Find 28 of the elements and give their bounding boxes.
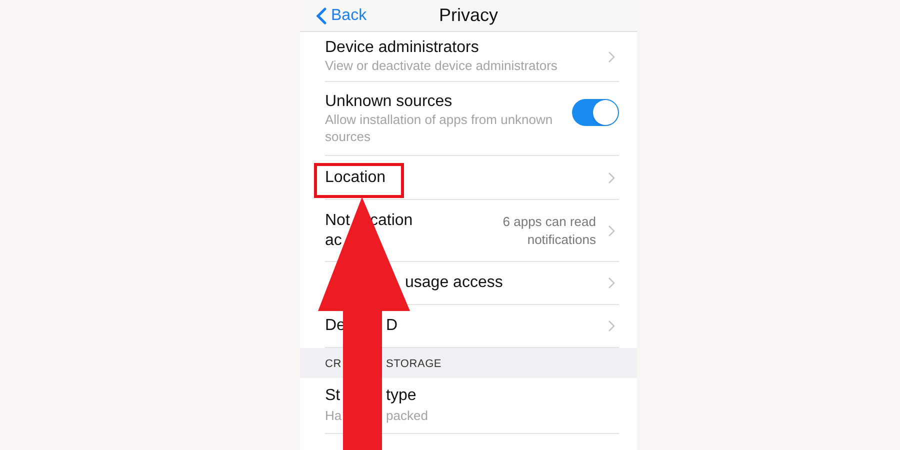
row-title: D xyxy=(386,316,398,336)
chevron-left-icon xyxy=(316,7,327,25)
chevron-right-icon xyxy=(608,320,615,332)
toggle-switch[interactable] xyxy=(572,99,619,126)
row-title: Location xyxy=(325,168,386,188)
row-subtitle: packed xyxy=(386,408,428,424)
screen-title: Privacy xyxy=(438,4,498,27)
row-subtitle: sources xyxy=(325,128,371,145)
row-title: usage access xyxy=(405,273,503,293)
row-subtitle: Allow installation of apps from unknown xyxy=(325,112,553,128)
row-title: type xyxy=(386,386,416,406)
chevron-right-icon xyxy=(608,50,615,62)
row-title: Unknown sources xyxy=(325,92,452,112)
row-title: ac xyxy=(325,230,342,250)
back-button[interactable]: Back xyxy=(316,4,367,28)
row-title: Device administrators xyxy=(325,38,479,58)
row-title: cation xyxy=(370,210,413,230)
chevron-right-icon xyxy=(608,172,615,184)
row-detail: notifications xyxy=(527,230,596,248)
chevron-right-icon xyxy=(608,277,615,289)
row-title: Not xyxy=(325,212,350,228)
row-subtitle: View or deactivate device administrators xyxy=(325,58,558,75)
chevron-right-icon xyxy=(608,224,615,236)
section-header: CR xyxy=(325,358,342,370)
row-detail: 6 apps can read xyxy=(502,212,596,230)
section-header: STORAGE xyxy=(386,358,442,372)
row-subtitle: Ha xyxy=(325,408,342,422)
row-title: St xyxy=(325,386,340,404)
